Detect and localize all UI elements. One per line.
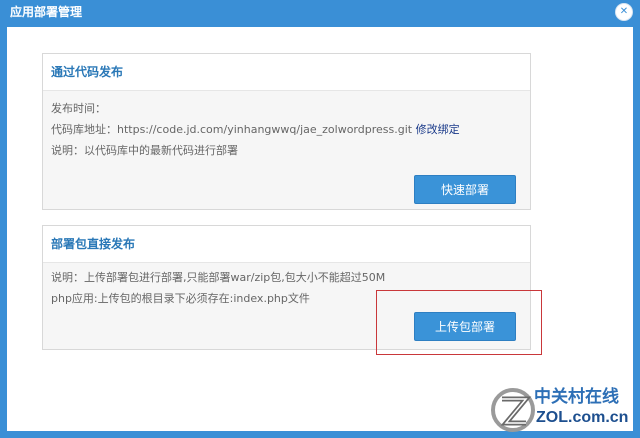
package-deploy-note: 说明：上传部署包进行部署,只能部署war/zip包,包大小不能超过50M <box>51 271 386 284</box>
deploy-time-label: 发布时间： <box>51 102 106 115</box>
package-deploy-title: 部署包直接发布 <box>51 237 136 251</box>
change-binding-link[interactable]: 修改绑定 <box>416 123 460 136</box>
deploy-dialog: 应用部署管理 ✕ 通过代码发布 发布时间： 代码库地址：https://code… <box>0 0 640 438</box>
repo-address-text: 代码库地址：https://code.jd.com/yinhangwwq/jae… <box>51 123 413 136</box>
repo-address: 代码库地址：https://code.jd.com/yinhangwwq/jae… <box>51 123 460 137</box>
watermark-en: ZOL.com.cn <box>536 409 629 426</box>
quick-deploy-button[interactable]: 快速部署 <box>414 175 516 204</box>
zol-logo-icon <box>491 388 535 432</box>
code-deploy-note: 说明：以代码库中的最新代码进行部署 <box>51 144 238 157</box>
code-deploy-body: 发布时间： 代码库地址：https://code.jd.com/yinhangw… <box>43 91 530 209</box>
dialog-titlebar: 应用部署管理 ✕ <box>0 0 640 24</box>
dialog-title: 应用部署管理 <box>10 5 83 19</box>
php-app-note: php应用:上传包的根目录下必须存在:index.php文件 <box>51 292 310 305</box>
close-icon: ✕ <box>619 6 629 17</box>
package-deploy-header: 部署包直接发布 <box>43 226 530 263</box>
watermark-cn: 中关村在线 <box>534 387 619 407</box>
code-deploy-panel: 通过代码发布 发布时间： 代码库地址：https://code.jd.com/y… <box>42 53 531 210</box>
code-deploy-title: 通过代码发布 <box>51 65 124 79</box>
highlight-box <box>376 290 542 355</box>
close-button[interactable]: ✕ <box>616 4 632 20</box>
zol-watermark: 中关村在线 ZOL.com.cn <box>490 385 636 435</box>
dialog-content: 通过代码发布 发布时间： 代码库地址：https://code.jd.com/y… <box>7 27 633 431</box>
code-deploy-header: 通过代码发布 <box>43 54 530 91</box>
